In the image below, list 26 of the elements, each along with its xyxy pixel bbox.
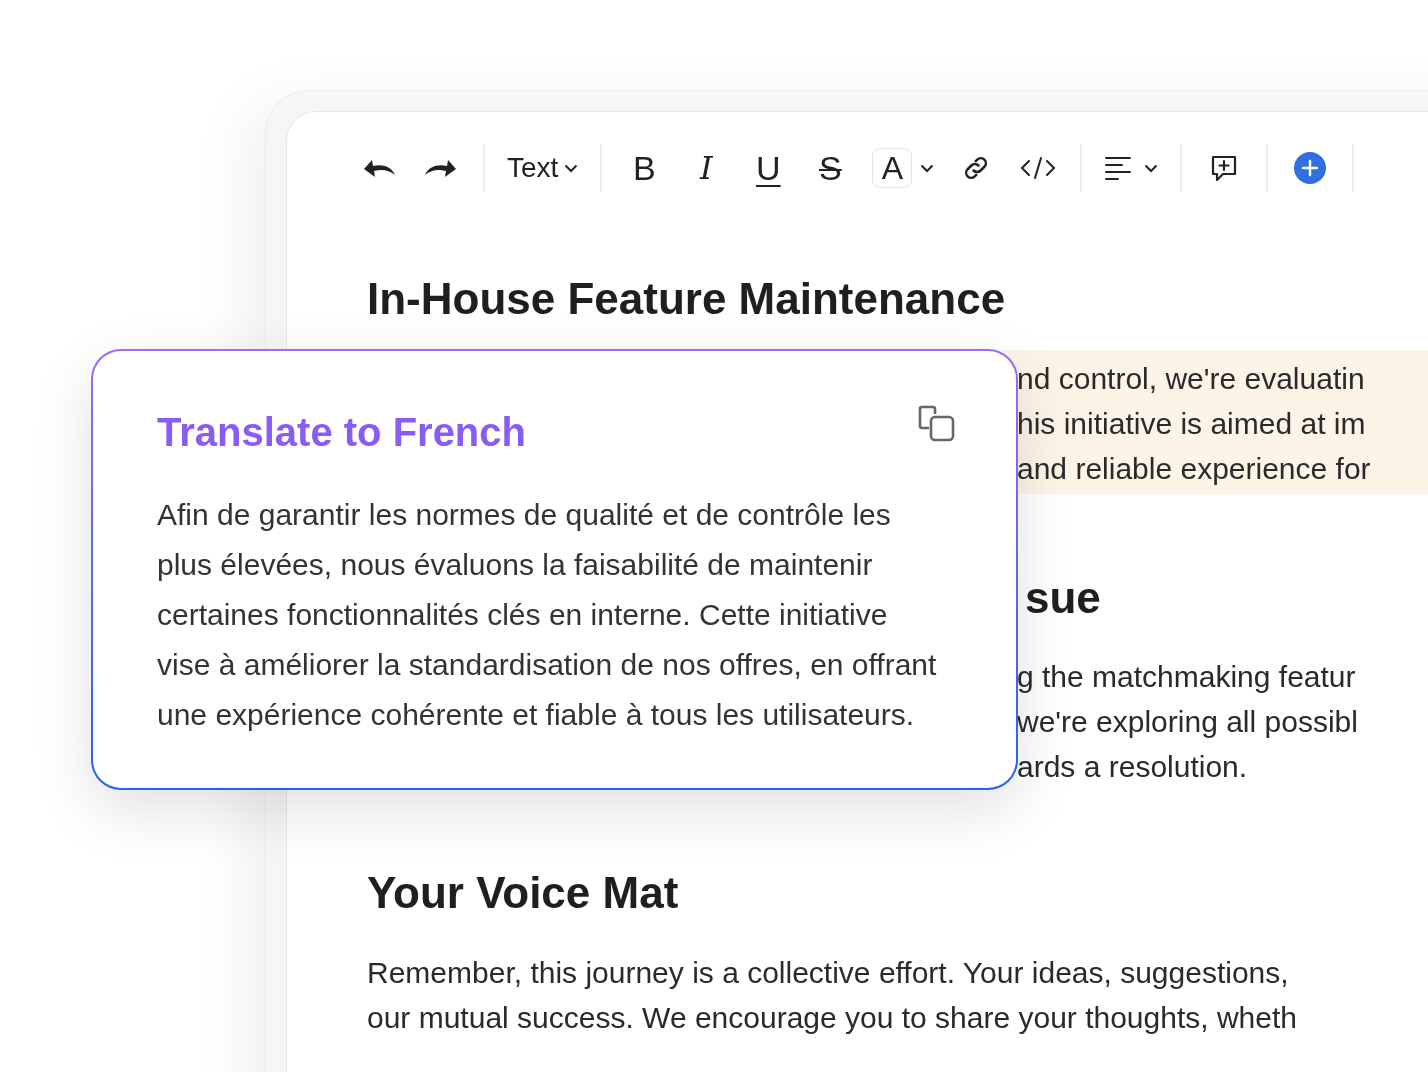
text-color-button[interactable]: A	[872, 148, 913, 188]
paragraph-line: Remember, this journey is a collective effort. Your ideas, suggestions,	[367, 955, 1289, 991]
caret-icon	[1144, 163, 1159, 173]
section-heading: Your Voice Mat	[367, 867, 680, 919]
translated-text: Afin de garantir les normes de qualité et de contrôle les plus élevées, nous évaluons la faisabilité de maintenir certaines fonctionnalités clés en interne. Cette initiative vise à améliorer la standardisation de nos offres, en offrant une expérience cohérente et fiable à tous les utilisateurs.	[157, 497, 938, 733]
align-left-icon	[1104, 155, 1133, 181]
paragraph-line: nd control, we're evaluatin	[1017, 361, 1365, 397]
code-icon	[1020, 155, 1057, 181]
italic-button[interactable]: I	[686, 148, 727, 188]
copy-icon[interactable]	[916, 403, 956, 443]
paragraph-line: and reliable experience for	[1017, 451, 1371, 487]
strike-button[interactable]: S	[810, 148, 851, 188]
popup-title: Translate to French	[157, 409, 526, 456]
bold-button[interactable]: B	[624, 148, 665, 188]
caret-icon[interactable]	[920, 163, 935, 173]
text-style-dropdown[interactable]: Text	[507, 148, 579, 188]
caret-icon	[564, 163, 579, 173]
plus-circle-icon	[1293, 151, 1328, 185]
paragraph-line: our mutual success. We encourage you to share your thoughts, wheth	[367, 1000, 1297, 1036]
paragraph-line: we're exploring all possibl	[1017, 704, 1358, 740]
underline-button[interactable]: U	[748, 148, 789, 188]
paragraph-line: his initiative is aimed at im	[1017, 406, 1366, 442]
paragraph-line: g the matchmaking featur	[1017, 659, 1356, 695]
section-heading: sue	[1025, 572, 1102, 624]
section-heading: In-House Feature Maintenance	[367, 273, 1007, 325]
paragraph-line: ards a resolution.	[1017, 749, 1248, 785]
